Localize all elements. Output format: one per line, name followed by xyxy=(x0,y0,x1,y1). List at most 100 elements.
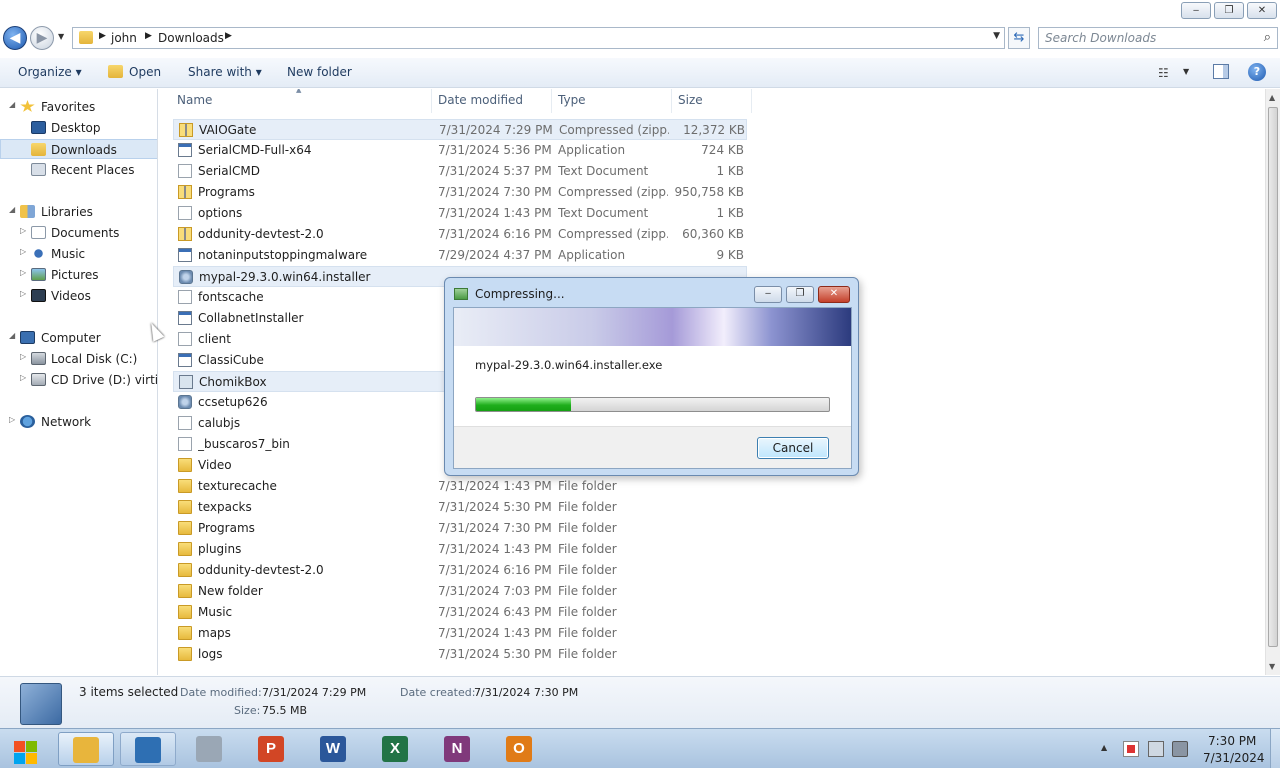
nav-computer[interactable]: ◢ Computer xyxy=(0,328,157,348)
expand-arrow-icon[interactable]: ▷ xyxy=(20,268,26,277)
nav-cd-drive[interactable]: ▷ CD Drive (D:) virtio-w xyxy=(0,370,157,390)
taskbar-outlook-button[interactable]: O xyxy=(492,732,548,766)
volume-muted-icon[interactable] xyxy=(1172,741,1188,757)
column-divider[interactable] xyxy=(551,89,552,113)
action-center-icon[interactable] xyxy=(1123,741,1139,757)
breadcrumb-downloads[interactable]: Downloads xyxy=(158,31,224,45)
dialog-minimize-button[interactable]: ‒ xyxy=(754,286,782,303)
column-header-size[interactable]: Size xyxy=(678,93,703,107)
file-date-modified: 7/31/2024 6:43 PM xyxy=(438,605,552,619)
expand-arrow-icon[interactable]: ▷ xyxy=(20,247,26,256)
address-dropdown-icon[interactable]: ▼ xyxy=(993,31,1000,41)
nav-pictures[interactable]: ▷ Pictures xyxy=(0,265,157,285)
nav-network[interactable]: ▷ Network xyxy=(0,412,157,432)
taskbar-onenote-button[interactable]: N xyxy=(430,732,486,766)
open-button[interactable]: Open xyxy=(129,65,161,79)
vertical-scrollbar[interactable]: ▲ ▼ xyxy=(1265,89,1280,675)
file-row[interactable]: New folder 7/31/2024 7:03 PM File folder xyxy=(173,581,747,602)
nav-desktop[interactable]: Desktop xyxy=(0,118,157,138)
nav-libraries[interactable]: ◢ Libraries xyxy=(0,202,157,222)
taskbar-browser-button[interactable] xyxy=(120,732,176,766)
expand-arrow-icon[interactable]: ▷ xyxy=(20,289,26,298)
collapse-arrow-icon[interactable]: ◢ xyxy=(9,331,15,340)
cancel-button[interactable]: Cancel xyxy=(757,437,829,459)
file-row[interactable]: plugins 7/31/2024 1:43 PM File folder xyxy=(173,539,747,560)
file-row[interactable]: SerialCMD-Full-x64 7/31/2024 5:36 PM Appli… xyxy=(173,140,747,161)
back-button[interactable]: ◀ xyxy=(3,26,27,50)
column-header-date-modified[interactable]: Date modified xyxy=(438,93,523,107)
file-row[interactable]: notaninputstoppingmalware 7/29/2024 4:37 … xyxy=(173,245,747,266)
taskbar-excel-button[interactable]: X xyxy=(368,732,424,766)
nav-videos[interactable]: ▷ Videos xyxy=(0,286,157,306)
file-row[interactable]: texpacks 7/31/2024 5:30 PM File folder xyxy=(173,497,747,518)
file-row[interactable]: oddunity-devtest-2.0 7/31/2024 6:16 PM Fil… xyxy=(173,560,747,581)
file-row[interactable]: maps 7/31/2024 1:43 PM File folder xyxy=(173,623,747,644)
start-button[interactable] xyxy=(10,735,40,764)
file-row[interactable]: oddunity-devtest-2.0 7/31/2024 6:16 PM Com… xyxy=(173,224,747,245)
file-row[interactable]: Programs 7/31/2024 7:30 PM Compressed (zip… xyxy=(173,182,747,203)
change-view-icon[interactable]: ☷ xyxy=(1158,66,1169,80)
taskbar-powerpoint-button[interactable]: P xyxy=(244,732,300,766)
column-divider[interactable] xyxy=(751,89,752,113)
column-divider[interactable] xyxy=(431,89,432,113)
nav-local-disk[interactable]: ▷ Local Disk (C:) xyxy=(0,349,157,369)
expand-arrow-icon[interactable]: ▷ xyxy=(20,226,26,235)
view-options-dropdown-icon[interactable]: ▼ xyxy=(1183,67,1189,76)
minimize-button[interactable]: ‒ xyxy=(1181,2,1211,19)
scroll-up-icon[interactable]: ▲ xyxy=(1269,93,1275,102)
nav-downloads[interactable]: Downloads xyxy=(0,139,157,159)
collapse-arrow-icon[interactable]: ◢ xyxy=(9,205,15,214)
search-input[interactable]: Search Downloads ⌕ xyxy=(1038,27,1278,49)
nav-recent-places[interactable]: Recent Places xyxy=(0,160,157,180)
breadcrumb-arrow-icon[interactable]: ▶ xyxy=(145,31,152,41)
address-bar[interactable]: ▶ john ▶ Downloads ▶ ▼ xyxy=(72,27,1005,49)
new-folder-button[interactable]: New folder xyxy=(287,65,352,79)
breadcrumb-arrow-icon[interactable]: ▶ xyxy=(99,31,106,41)
breadcrumb-john[interactable]: john xyxy=(111,31,137,45)
collapse-arrow-icon[interactable]: ◢ xyxy=(9,100,15,109)
recent-pages-dropdown-icon[interactable]: ▼ xyxy=(58,32,64,41)
expand-arrow-icon[interactable]: ▷ xyxy=(9,415,15,424)
nav-label: Network xyxy=(41,415,92,429)
application-icon xyxy=(178,353,192,367)
file-row[interactable]: VAIOGate 7/31/2024 7:29 PM Compressed (zip… xyxy=(173,119,747,140)
file-row[interactable]: texturecache 7/31/2024 1:43 PM File folder xyxy=(173,476,747,497)
scrollbar-thumb[interactable] xyxy=(1268,107,1278,647)
file-row[interactable]: Programs 7/31/2024 7:30 PM File folder xyxy=(173,518,747,539)
maximize-button[interactable]: ❐ xyxy=(1214,2,1244,19)
preview-pane-icon[interactable] xyxy=(1213,64,1229,79)
refresh-button[interactable]: ⇆ xyxy=(1008,27,1030,49)
nav-documents[interactable]: ▷ Documents xyxy=(0,223,157,243)
column-header-type[interactable]: Type xyxy=(558,93,586,107)
expand-arrow-icon[interactable]: ▷ xyxy=(20,373,26,382)
organize-button[interactable]: Organize ▾ xyxy=(18,65,82,79)
expand-arrow-icon[interactable]: ▷ xyxy=(20,352,26,361)
breadcrumb-arrow-icon[interactable]: ▶ xyxy=(225,31,232,41)
search-icon[interactable]: ⌕ xyxy=(1264,30,1271,45)
file-row[interactable]: Music 7/31/2024 6:43 PM File folder xyxy=(173,602,747,623)
help-icon[interactable]: ? xyxy=(1248,63,1266,81)
file-row[interactable]: options 7/31/2024 1:43 PM Text Document 1 K… xyxy=(173,203,747,224)
share-with-button[interactable]: Share with ▾ xyxy=(188,65,262,79)
column-header-name[interactable]: Name xyxy=(177,93,212,107)
taskbar-word-button[interactable]: W xyxy=(306,732,362,766)
forward-button[interactable]: ▶ xyxy=(30,26,54,50)
dialog-close-button[interactable]: ✕ xyxy=(818,286,850,303)
file-name: SerialCMD xyxy=(198,164,260,178)
file-row[interactable]: SerialCMD 7/31/2024 5:37 PM Text Document 1… xyxy=(173,161,747,182)
scroll-down-icon[interactable]: ▼ xyxy=(1269,662,1275,671)
nav-music[interactable]: ▷ Music xyxy=(0,244,157,264)
column-divider[interactable] xyxy=(671,89,672,113)
close-button[interactable]: ✕ xyxy=(1247,2,1277,19)
file-row[interactable]: logs 7/31/2024 5:30 PM File folder xyxy=(173,644,747,665)
network-status-icon[interactable] xyxy=(1148,741,1164,757)
dialog-maximize-button[interactable]: ❐ xyxy=(786,286,814,303)
show-desktop-button[interactable] xyxy=(1270,729,1280,768)
clock-time[interactable]: 7:30 PM xyxy=(1208,734,1256,748)
clock-date[interactable]: 7/31/2024 xyxy=(1203,751,1265,765)
show-hidden-icons-icon[interactable]: ▲ xyxy=(1101,743,1107,752)
taskbar-package-button[interactable] xyxy=(182,732,238,766)
nav-favorites[interactable]: ◢ Favorites xyxy=(0,97,157,117)
taskbar-explorer-button[interactable] xyxy=(58,732,114,766)
folder-icon xyxy=(178,605,192,619)
